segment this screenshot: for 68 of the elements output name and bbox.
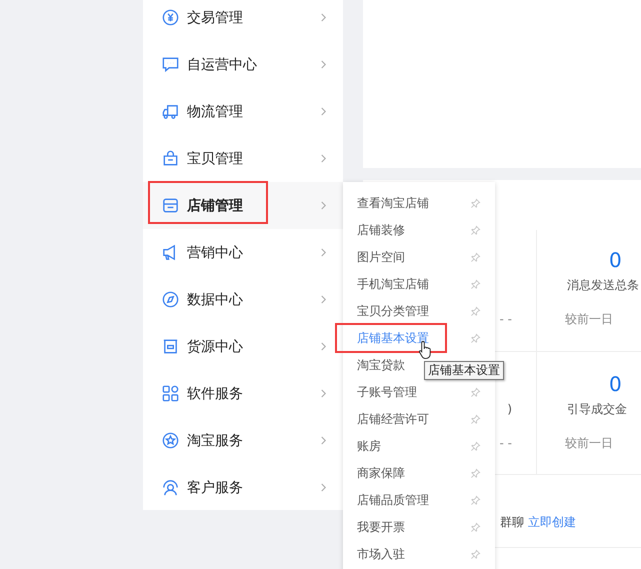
submenu-item[interactable]: 子账号管理 xyxy=(343,379,495,406)
bag-icon xyxy=(161,149,180,168)
sidebar-item[interactable]: 物流管理 xyxy=(143,88,343,135)
pin-icon[interactable] xyxy=(470,279,481,290)
sidebar-item[interactable]: 宝贝管理 xyxy=(143,135,343,182)
sidebar-item[interactable]: 客户服务 xyxy=(143,464,343,511)
pin-icon[interactable] xyxy=(470,387,481,398)
chevron-right-icon xyxy=(320,12,327,23)
chevron-right-icon xyxy=(320,341,327,352)
pin-icon[interactable] xyxy=(470,549,481,560)
stat-value: 0 xyxy=(609,372,622,396)
person-icon xyxy=(161,478,180,497)
group-chat-text: 群聊 xyxy=(500,515,524,529)
chevron-right-icon xyxy=(320,59,327,70)
chevron-right-icon xyxy=(320,247,327,258)
pin-icon[interactable] xyxy=(470,252,481,263)
sidebar-item[interactable]: 软件服务 xyxy=(143,370,343,417)
pin-icon[interactable] xyxy=(470,414,481,425)
submenu-item[interactable]: 手机淘宝店铺 xyxy=(343,271,495,298)
stat-comparison: 较前一日 xyxy=(565,312,613,326)
pin-icon[interactable] xyxy=(470,333,481,344)
pin-icon[interactable] xyxy=(470,522,481,533)
chevron-right-icon xyxy=(320,435,327,446)
chevron-right-icon xyxy=(320,153,327,164)
submenu-item[interactable]: 店铺品质管理 xyxy=(343,487,495,514)
stat-comparison: 较前一日 xyxy=(565,436,613,450)
stat-label: 消息发送总条 xyxy=(567,278,639,292)
submenu-item[interactable]: 市场入驻 xyxy=(343,541,495,568)
sidebar-item[interactable]: 淘宝服务 xyxy=(143,417,343,464)
shop-icon xyxy=(161,196,180,215)
submenu-item[interactable]: 宝贝分类管理 xyxy=(343,298,495,325)
pin-icon[interactable] xyxy=(470,306,481,317)
chevron-right-icon xyxy=(320,200,327,211)
sidebar-item[interactable]: 店铺管理 xyxy=(143,182,343,229)
pin-icon[interactable] xyxy=(470,198,481,209)
sidebar-item[interactable]: 数据中心 xyxy=(143,276,343,323)
stat-label: ) xyxy=(507,402,512,416)
stat-comparison: - - xyxy=(500,312,512,326)
submenu-item[interactable]: 我要开票 xyxy=(343,514,495,541)
stat-label: 引导成交金 xyxy=(567,402,627,416)
submenu-item[interactable]: 店铺经营许可 xyxy=(343,406,495,433)
submenu-item[interactable]: 图片空间 xyxy=(343,244,495,271)
submenu-item[interactable]: 查看淘宝店铺 xyxy=(343,190,495,217)
sidebar-item[interactable]: 自运营中心 xyxy=(143,41,343,88)
stat-value: 0 xyxy=(609,248,622,272)
yen-icon xyxy=(161,8,180,27)
submenu-item[interactable]: 账房 xyxy=(343,433,495,460)
truck-icon xyxy=(161,102,180,121)
chevron-right-icon xyxy=(320,388,327,399)
chat-icon xyxy=(161,55,180,74)
chevron-right-icon xyxy=(320,294,327,305)
chevron-right-icon xyxy=(320,106,327,117)
pin-icon[interactable] xyxy=(470,468,481,479)
sidebar-item[interactable]: 交易管理 xyxy=(143,0,343,41)
sidebar-item[interactable]: 营销中心 xyxy=(143,229,343,276)
submenu-item[interactable]: 商家保障 xyxy=(343,460,495,487)
pin-icon[interactable] xyxy=(470,225,481,236)
compass-icon xyxy=(161,290,180,309)
stat-comparison: - - xyxy=(500,436,512,450)
pin-icon[interactable] xyxy=(470,441,481,452)
pin-icon[interactable] xyxy=(470,495,481,506)
tooltip: 店铺基本设置 xyxy=(424,361,504,380)
sidebar-item[interactable]: 货源中心 xyxy=(143,323,343,370)
submenu-item[interactable]: 店铺装修 xyxy=(343,217,495,244)
create-link[interactable]: 立即创建 xyxy=(528,515,576,529)
chevron-right-icon xyxy=(320,482,327,493)
apps-icon xyxy=(161,384,180,403)
archive-icon xyxy=(161,337,180,356)
